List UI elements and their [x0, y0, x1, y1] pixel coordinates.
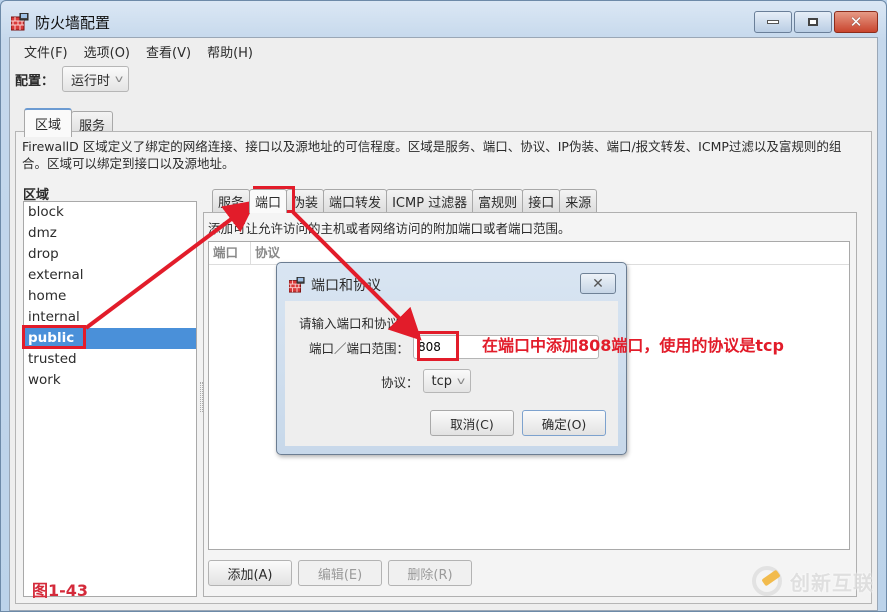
annotation-box-port-value [417, 331, 459, 361]
chevron-down-icon: v [114, 73, 124, 85]
tab-zone-ports[interactable]: 端口 [249, 189, 288, 213]
zone-item-home[interactable]: home [24, 286, 196, 307]
maximize-button[interactable] [794, 11, 832, 33]
port-range-label: 端口／端口范围： [309, 340, 410, 356]
config-row: 配置： 运行时 v [15, 66, 129, 92]
dialog-title: 端口和协议 [311, 278, 381, 294]
zone-item-work[interactable]: work [24, 370, 196, 391]
annotation-box-public [22, 325, 86, 349]
firewall-icon [11, 13, 29, 31]
column-protocol[interactable]: 协议 [251, 242, 311, 264]
tab-zone-interfaces[interactable]: 接口 [522, 189, 561, 213]
minimize-button[interactable] [754, 11, 792, 33]
tab-zone-sources[interactable]: 来源 [559, 189, 598, 213]
tab-zone-rich-rules[interactable]: 富规则 [472, 189, 524, 213]
zone-settings-tabs: 服务 端口 伪装 端口转发 ICMP 过滤器 富规则 接口 来源 [212, 189, 598, 213]
watermark-logo-icon [752, 566, 782, 596]
menu-bar: 文件(F) 选项(O) 查看(V) 帮助(H) [16, 40, 261, 63]
edit-port-button[interactable]: 编辑(E) [298, 560, 382, 586]
firewall-icon [289, 277, 305, 293]
menu-options[interactable]: 选项(O) [76, 40, 138, 63]
menu-file[interactable]: 文件(F) [16, 40, 76, 63]
tab-zone-port-forwarding[interactable]: 端口转发 [323, 189, 388, 213]
add-port-button[interactable]: 添加(A) [208, 560, 292, 586]
close-icon: ✕ [849, 12, 863, 31]
close-icon: ✕ [592, 275, 604, 292]
cancel-button[interactable]: 取消(C) [430, 410, 514, 436]
window-title: 防火墙配置 [35, 14, 111, 32]
zone-item-drop[interactable]: drop [24, 244, 196, 265]
maximize-icon [808, 18, 818, 26]
zone-item-block[interactable]: block [24, 202, 196, 223]
tab-zones[interactable]: 区域 [24, 108, 73, 137]
ports-description: 添加可让允许访问的主机或者网络访问的附加端口或者端口范围。 [208, 221, 571, 236]
watermark-text: 创新互联 [790, 570, 874, 595]
config-select[interactable]: 运行时 v [62, 66, 129, 92]
figure-label: 图1-43 [32, 581, 89, 600]
protocol-select-value: tcp [431, 373, 453, 389]
zones-list: block dmz drop external home internal pu… [23, 201, 197, 597]
dialog-body: 请输入端口和协议。 端口／端口范围： 协议： tcp v 取消(C) 确定(O) [285, 301, 618, 446]
tab-zone-services[interactable]: 服务 [212, 189, 251, 213]
config-select-value: 运行时 [71, 73, 111, 89]
minimize-icon [767, 20, 779, 24]
menu-view[interactable]: 查看(V) [138, 40, 199, 63]
close-button[interactable]: ✕ [834, 11, 878, 33]
protocol-select[interactable]: tcp v [422, 369, 471, 393]
dialog-prompt: 请输入端口和协议。 [299, 316, 412, 331]
protocol-label: 协议： [381, 374, 419, 390]
config-label: 配置： [15, 73, 55, 89]
chevron-down-icon: v [456, 375, 466, 387]
zone-item-trusted[interactable]: trusted [24, 349, 196, 370]
tab-zone-icmp-filter[interactable]: ICMP 过滤器 [386, 189, 474, 213]
remove-port-button[interactable]: 删除(R) [388, 560, 472, 586]
ok-button[interactable]: 确定(O) [522, 410, 606, 436]
zone-item-dmz[interactable]: dmz [24, 223, 196, 244]
title-bar[interactable]: 防火墙配置 ✕ [1, 1, 886, 41]
zone-item-external[interactable]: external [24, 265, 196, 286]
menu-help[interactable]: 帮助(H) [199, 40, 261, 63]
annotation-note: 在端口中添加808端口，使用的协议是tcp [482, 336, 784, 355]
watermark: 创新互联 [752, 566, 874, 596]
dialog-close-button[interactable]: ✕ [580, 273, 616, 294]
column-port[interactable]: 端口 [209, 242, 251, 264]
zone-description: FirewallD 区域定义了绑定的网络连接、接口以及源地址的可信程度。区域是服… [22, 139, 842, 171]
